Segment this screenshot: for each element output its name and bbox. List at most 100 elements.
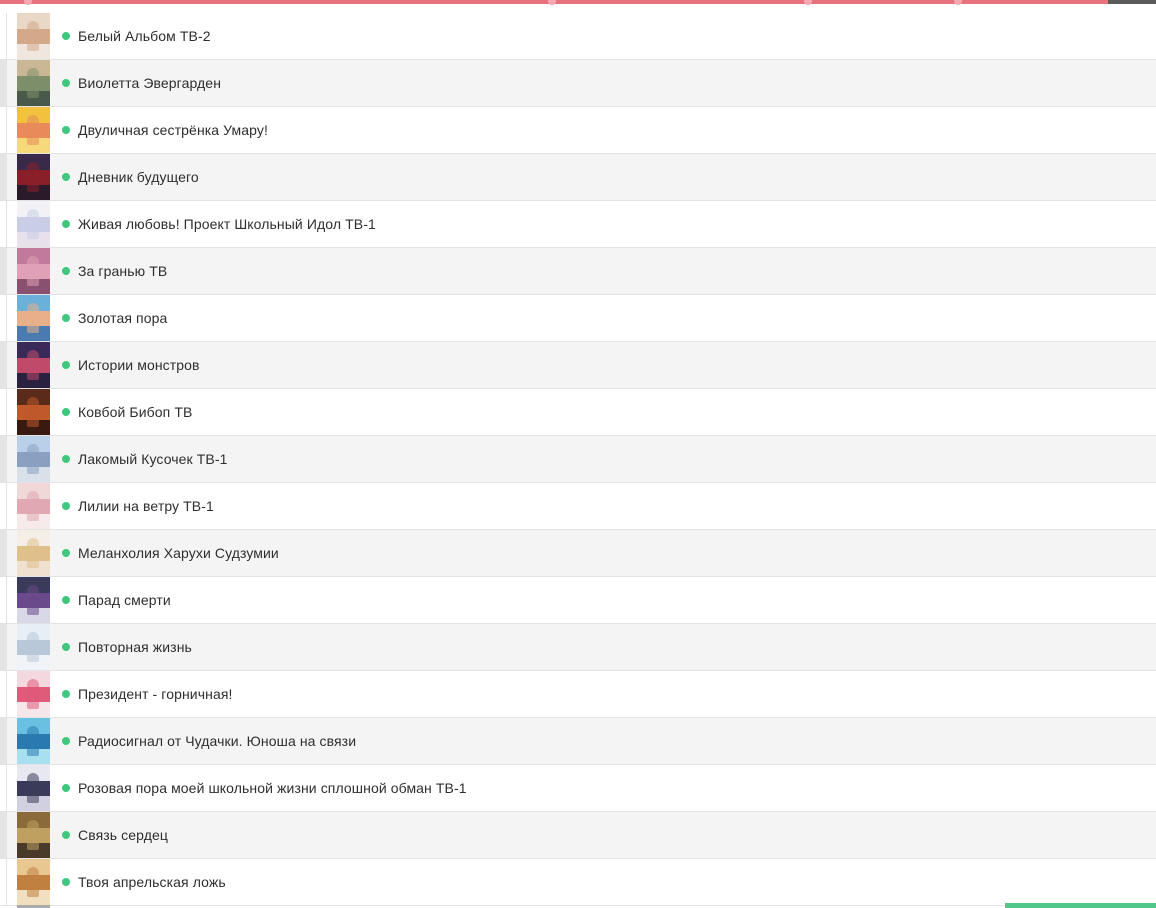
anime-title-link[interactable]: Парад смерти (78, 591, 171, 609)
anime-title-link[interactable]: Меланхолия Харухи Судзумии (78, 544, 279, 562)
row-left-edge (0, 248, 7, 294)
list-item[interactable]: Истории монстров (0, 342, 1156, 389)
page: Белый Альбом ТВ-2 Виолетта Эвергарден Двул… (0, 0, 1156, 908)
poster-thumbnail[interactable] (17, 812, 50, 858)
status-dot-icon (62, 549, 70, 557)
anime-title-link[interactable]: Радиосигнал от Чудачки. Юноша на связи (78, 732, 356, 750)
row-left-edge (0, 812, 7, 858)
list-item[interactable]: Дневник будущего (0, 154, 1156, 201)
anime-title-link[interactable]: Связь сердец (78, 826, 168, 844)
list-item[interactable]: Твоя апрельская ложь (0, 859, 1156, 906)
row-left-edge (6, 859, 7, 905)
list-item[interactable]: Виолетта Эвергарден (0, 60, 1156, 107)
row-left-edge (6, 483, 7, 529)
poster-thumbnail[interactable] (17, 859, 50, 905)
row-left-edge (6, 389, 7, 435)
list-item[interactable]: Радиосигнал от Чудачки. Юноша на связи (0, 718, 1156, 765)
list-item[interactable]: За гранью ТВ (0, 248, 1156, 295)
top-progress-strip (0, 0, 1156, 12)
poster-thumbnail[interactable] (17, 624, 50, 670)
anime-title-link[interactable]: Повторная жизнь (78, 638, 192, 656)
poster-thumbnail[interactable] (17, 765, 50, 811)
poster-thumbnail[interactable] (17, 483, 50, 529)
status-dot-icon (62, 690, 70, 698)
status-dot-icon (62, 737, 70, 745)
row-left-edge (6, 577, 7, 623)
poster-thumbnail[interactable] (17, 577, 50, 623)
list-item[interactable]: Президент - горничная! (0, 671, 1156, 718)
status-dot-icon (62, 267, 70, 275)
row-left-edge (0, 718, 7, 764)
top-accent-bar-end (1108, 0, 1156, 4)
anime-title-link[interactable]: Ковбой Бибоп ТВ (78, 403, 192, 421)
list-item[interactable]: Меланхолия Харухи Судзумии (0, 530, 1156, 577)
row-left-edge (0, 154, 7, 200)
anime-title-link[interactable]: Дневник будущего (78, 168, 199, 186)
list-item[interactable]: Белый Альбом ТВ-2 (0, 13, 1156, 60)
list-item[interactable]: Живая любовь! Проект Школьный Идол ТВ-1 (0, 201, 1156, 248)
poster-thumbnail[interactable] (17, 342, 50, 388)
anime-title-link[interactable]: Твоя апрельская ложь (78, 873, 226, 891)
row-left-edge (6, 107, 7, 153)
anime-title-link[interactable]: Лилии на ветру ТВ-1 (78, 497, 214, 515)
row-left-edge (6, 671, 7, 717)
row-left-edge (0, 624, 7, 670)
poster-thumbnail[interactable] (17, 13, 50, 59)
bottom-green-accent (1005, 903, 1156, 908)
anime-title-link[interactable]: Президент - горничная! (78, 685, 233, 703)
poster-thumbnail[interactable] (17, 107, 50, 153)
status-dot-icon (62, 220, 70, 228)
list-item[interactable]: Розовая пора моей школьной жизни сплошно… (0, 765, 1156, 812)
poster-thumbnail[interactable] (17, 295, 50, 341)
list-item[interactable]: Повторная жизнь (0, 624, 1156, 671)
anime-title-link[interactable]: Лакомый Кусочек ТВ-1 (78, 450, 228, 468)
poster-thumbnail[interactable] (17, 436, 50, 482)
status-dot-icon (62, 173, 70, 181)
poster-thumbnail[interactable] (17, 201, 50, 247)
status-dot-icon (62, 32, 70, 40)
row-left-edge (0, 530, 7, 576)
list-item[interactable]: Парад смерти (0, 577, 1156, 624)
list-item[interactable]: Золотая пора (0, 295, 1156, 342)
list-item[interactable]: Ковбой Бибоп ТВ (0, 389, 1156, 436)
status-dot-icon (62, 361, 70, 369)
top-bar-marker (954, 0, 962, 5)
poster-thumbnail[interactable] (17, 671, 50, 717)
status-dot-icon (62, 596, 70, 604)
list-item[interactable]: Лакомый Кусочек ТВ-1 (0, 436, 1156, 483)
poster-thumbnail[interactable] (17, 60, 50, 106)
anime-title-link[interactable]: За гранью ТВ (78, 262, 167, 280)
anime-title-link[interactable]: Розовая пора моей школьной жизни сплошно… (78, 779, 467, 797)
anime-title-list: Белый Альбом ТВ-2 Виолетта Эвергарден Двул… (0, 13, 1156, 906)
anime-title-link[interactable]: Золотая пора (78, 309, 167, 327)
top-bar-marker (24, 0, 32, 5)
list-item[interactable]: Двуличная сестрёнка Умару! (0, 107, 1156, 154)
anime-title-link[interactable]: Белый Альбом ТВ-2 (78, 27, 211, 45)
list-item[interactable]: Лилии на ветру ТВ-1 (0, 483, 1156, 530)
status-dot-icon (62, 878, 70, 886)
row-left-edge (0, 60, 7, 106)
status-dot-icon (62, 502, 70, 510)
anime-title-link[interactable]: Двуличная сестрёнка Умару! (78, 121, 268, 139)
list-item[interactable]: Связь сердец (0, 812, 1156, 859)
anime-title-link[interactable]: Истории монстров (78, 356, 200, 374)
top-bar-marker (548, 0, 556, 5)
status-dot-icon (62, 455, 70, 463)
status-dot-icon (62, 79, 70, 87)
row-left-edge (0, 436, 7, 482)
status-dot-icon (62, 314, 70, 322)
status-dot-icon (62, 831, 70, 839)
poster-thumbnail[interactable] (17, 154, 50, 200)
status-dot-icon (62, 643, 70, 651)
status-dot-icon (62, 126, 70, 134)
poster-thumbnail[interactable] (17, 530, 50, 576)
top-bar-marker (804, 0, 812, 5)
status-dot-icon (62, 408, 70, 416)
poster-thumbnail[interactable] (17, 718, 50, 764)
row-left-edge (6, 13, 7, 59)
anime-title-link[interactable]: Живая любовь! Проект Школьный Идол ТВ-1 (78, 215, 376, 233)
row-left-edge (6, 295, 7, 341)
anime-title-link[interactable]: Виолетта Эвергарден (78, 74, 221, 92)
poster-thumbnail[interactable] (17, 389, 50, 435)
poster-thumbnail[interactable] (17, 248, 50, 294)
